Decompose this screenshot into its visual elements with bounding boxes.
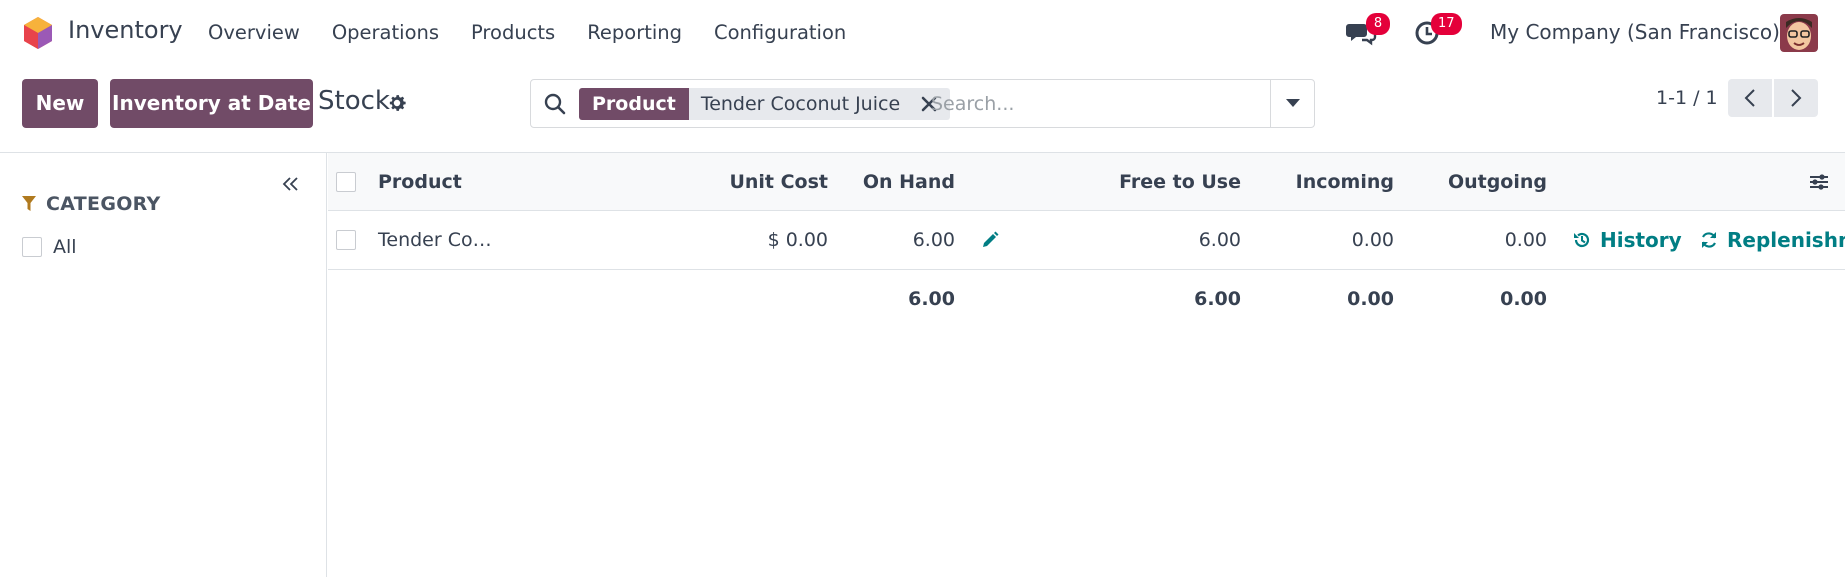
history-button[interactable]: History <box>1573 228 1682 252</box>
search-options-toggle[interactable] <box>1270 80 1314 127</box>
main-menu: Overview Operations Products Reporting C… <box>208 21 878 44</box>
table-row[interactable]: Tender Co… $ 0.00 6.00 6.00 0.00 0.00 Hi… <box>328 211 1845 270</box>
column-product[interactable]: Product <box>378 171 462 193</box>
gear-icon[interactable] <box>386 92 408 114</box>
cell-outgoing: 0.00 <box>1504 229 1547 251</box>
cell-free-to-use: 6.00 <box>1198 229 1241 251</box>
chevron-left-icon <box>1744 89 1755 107</box>
user-avatar[interactable] <box>1780 14 1818 52</box>
facet-value-container: Tender Coconut Juice <box>688 88 951 120</box>
column-free-to-use[interactable]: Free to Use <box>1119 171 1241 193</box>
company-switcher[interactable]: My Company (San Francisco) <box>1490 20 1780 44</box>
inventory-at-date-button[interactable]: Inventory at Date <box>110 79 313 128</box>
new-button[interactable]: New <box>22 79 98 128</box>
cell-incoming: 0.00 <box>1351 229 1394 251</box>
table-header: Product Unit Cost On Hand Free to Use In… <box>328 153 1845 211</box>
caret-down-icon <box>1286 99 1300 107</box>
history-icon <box>1574 232 1590 248</box>
search-icon[interactable] <box>543 92 567 116</box>
page-title: Stock <box>318 86 390 116</box>
filter-icon <box>22 196 36 211</box>
facet-label: Product <box>579 88 689 120</box>
top-navbar: Inventory Overview Operations Products R… <box>0 0 1845 66</box>
row-checkbox[interactable] <box>336 230 356 250</box>
chevron-right-icon <box>1791 89 1802 107</box>
search-facet: Product Tender Coconut Juice <box>579 88 951 120</box>
column-outgoing[interactable]: Outgoing <box>1448 171 1547 193</box>
cell-product[interactable]: Tender Co… <box>378 229 492 251</box>
total-incoming: 0.00 <box>1347 288 1394 310</box>
pager-previous-button[interactable] <box>1728 79 1772 117</box>
table-totals: 6.00 6.00 0.00 0.00 <box>328 270 1845 328</box>
app-logo-icon[interactable] <box>22 16 54 50</box>
column-on-hand[interactable]: On Hand <box>863 171 955 193</box>
category-all-checkbox[interactable] <box>22 237 42 257</box>
search-input[interactable] <box>931 90 1261 118</box>
history-label: History <box>1600 228 1682 252</box>
pager-next-button[interactable] <box>1774 79 1818 117</box>
messages-badge: 8 <box>1366 13 1390 35</box>
menu-reporting[interactable]: Reporting <box>587 21 682 44</box>
search-bar: Product Tender Coconut Juice <box>530 79 1315 128</box>
total-outgoing: 0.00 <box>1500 288 1547 310</box>
replenish-label: Replenishm <box>1727 228 1845 252</box>
menu-overview[interactable]: Overview <box>208 21 300 44</box>
select-all-checkbox[interactable] <box>336 172 356 192</box>
app-name[interactable]: Inventory <box>68 16 183 44</box>
refresh-icon <box>1701 232 1717 248</box>
column-incoming[interactable]: Incoming <box>1296 171 1394 193</box>
category-heading: CATEGORY <box>22 193 161 215</box>
category-item-label: All <box>53 236 77 258</box>
avatar-image <box>1780 14 1818 52</box>
cell-unit-cost: $ 0.00 <box>767 229 828 251</box>
replenish-button[interactable]: Replenishm <box>1700 228 1845 252</box>
total-on-hand: 6.00 <box>908 288 955 310</box>
pencil-icon[interactable] <box>980 230 1000 250</box>
menu-products[interactable]: Products <box>471 21 555 44</box>
column-unit-cost[interactable]: Unit Cost <box>729 171 828 193</box>
activities-badge: 17 <box>1431 13 1462 35</box>
collapse-panel-icon[interactable] <box>281 174 301 194</box>
pager-value[interactable]: 1-1 / 1 <box>1656 87 1718 109</box>
total-free-to-use: 6.00 <box>1194 288 1241 310</box>
menu-operations[interactable]: Operations <box>332 21 439 44</box>
menu-configuration[interactable]: Configuration <box>714 21 846 44</box>
column-settings-icon[interactable] <box>1808 171 1830 193</box>
search-panel <box>0 153 327 577</box>
category-heading-label: CATEGORY <box>46 193 161 215</box>
facet-value: Tender Coconut Juice <box>700 93 901 115</box>
cell-on-hand: 6.00 <box>912 229 955 251</box>
category-item-all[interactable]: All <box>22 236 77 258</box>
